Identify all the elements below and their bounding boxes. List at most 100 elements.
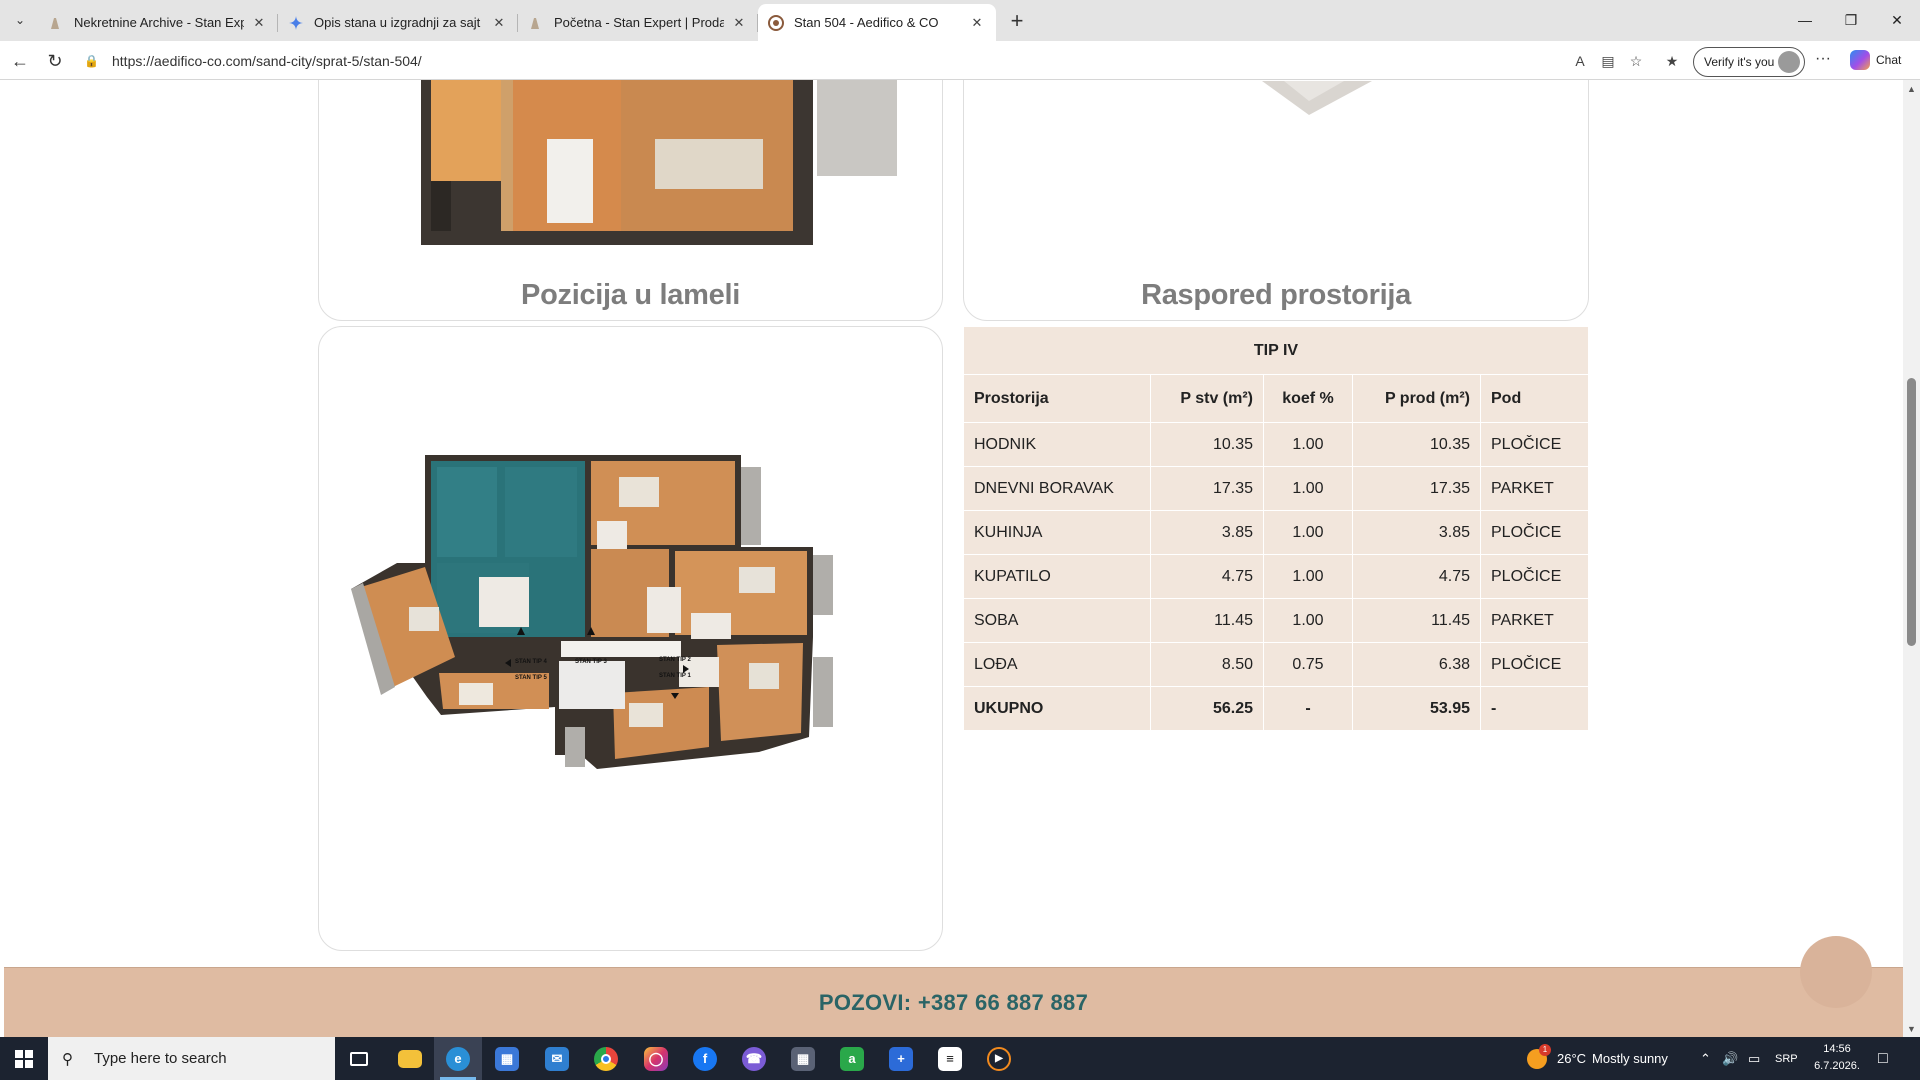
network-icon[interactable]: ▭ <box>1748 1037 1760 1080</box>
weather-temperature: 26°C <box>1557 1051 1587 1066</box>
building-position-card: STAN TIP 4 STAN TIP 3 STAN TIP 2 STAN TI… <box>318 326 943 951</box>
plan-label-stan-tip-2: STAN TIP 2 <box>659 657 691 663</box>
scroll-down-arrow-icon[interactable]: ▼ <box>1903 1020 1920 1037</box>
restore-icon[interactable]: ❐ <box>1828 6 1874 34</box>
building-icon <box>48 15 64 31</box>
rooms-table: TIP IV Prostorija P stv (m²) koef % P pr… <box>963 326 1589 731</box>
chrome-button[interactable] <box>582 1037 630 1080</box>
show-hidden-icons-chevron-icon[interactable]: ⌃ <box>1700 1037 1711 1080</box>
verify-profile-button[interactable]: Verify it's you <box>1693 47 1805 77</box>
autenti-icon: a <box>840 1046 864 1071</box>
tab-stan-504-active[interactable]: Stan 504 - Aedifico & CO ✕ <box>758 4 996 41</box>
plan-label-stan-tip-3: STAN TIP 3 <box>575 659 607 665</box>
tab-close-icon[interactable]: ✕ <box>730 14 748 32</box>
room-area: 4.75 <box>1150 554 1264 599</box>
file-explorer-button[interactable] <box>386 1037 434 1080</box>
facebook-button[interactable]: f <box>681 1037 729 1080</box>
new-tab-plus-icon[interactable]: + <box>1003 8 1031 34</box>
scroll-up-arrow-icon[interactable]: ▲ <box>1903 80 1920 97</box>
building-floor-plan-image[interactable]: STAN TIP 4 STAN TIP 3 STAN TIP 2 STAN TI… <box>329 437 929 837</box>
search-placeholder: Type here to search <box>94 1050 227 1067</box>
back-arrow-icon[interactable]: ← <box>6 47 34 75</box>
room-floor-type: PARKET <box>1480 466 1589 511</box>
url-field[interactable]: 🔒 https://aedifico-co.com/sand-city/spra… <box>76 46 1682 76</box>
favorite-star-icon[interactable]: ☆ <box>1625 50 1647 72</box>
table-row: HODNIK 10.35 1.00 10.35 PLOČICE <box>963 422 1589 467</box>
chat-label: Chat <box>1876 53 1902 67</box>
taskbar-search-box[interactable]: ⚲ Type here to search <box>48 1037 335 1080</box>
instagram-button[interactable]: ◯ <box>632 1037 680 1080</box>
scrollbar-thumb[interactable] <box>1907 378 1916 646</box>
call-phone-bar[interactable]: POZOVI: +387 66 887 887 <box>4 967 1903 1037</box>
room-area: 8.50 <box>1150 642 1264 687</box>
facebook-icon: f <box>693 1046 717 1071</box>
gemini-icon <box>288 15 304 31</box>
tab-title: Početna - Stan Expert | Prodaja i iz <box>554 15 724 30</box>
favorites-list-icon[interactable]: ★ <box>1661 50 1683 72</box>
minimize-icon[interactable]: — <box>1782 6 1828 34</box>
capcut-button[interactable]: ≡ <box>926 1037 974 1080</box>
close-window-icon[interactable]: ✕ <box>1874 6 1920 34</box>
task-view-button[interactable] <box>335 1037 383 1080</box>
total-label: UKUPNO <box>963 686 1151 731</box>
edge-button[interactable]: e <box>434 1037 482 1080</box>
aedifico-icon <box>768 14 784 31</box>
calculator-button[interactable]: ▦ <box>779 1037 827 1080</box>
call-phone-text[interactable]: POZOVI: +387 66 887 887 <box>819 990 1088 1016</box>
tab-title: Stan 504 - Aedifico & CO <box>794 15 939 30</box>
page-scrollbar[interactable]: ▲ ▼ <box>1903 80 1920 1037</box>
table-type-row: TIP IV <box>963 326 1589 375</box>
room-coefficient: 1.00 <box>1263 510 1353 555</box>
plan-label-stan-tip-1: STAN TIP 1 <box>659 673 691 679</box>
microsoft-store-button[interactable]: ▦ <box>483 1037 531 1080</box>
tab-stan-expert-pocetna[interactable]: Početna - Stan Expert | Prodaja i iz ✕ <box>518 4 758 41</box>
floating-contact-button[interactable] <box>1800 936 1872 1008</box>
column-header-coefficient: koef % <box>1263 374 1353 423</box>
windows-taskbar: ⚲ Type here to search e ▦ ✉ ◯ f ☎ ▦ a + … <box>0 1037 1920 1080</box>
total-sale-area: 53.95 <box>1352 686 1481 731</box>
tab-stan-expert-archive[interactable]: Nekretnine Archive - Stan Expert | ✕ <box>38 4 278 41</box>
table-total-row: UKUPNO 56.25 - 53.95 - <box>963 686 1589 731</box>
url-text[interactable]: https://aedifico-co.com/sand-city/sprat-… <box>112 53 422 69</box>
viber-button[interactable]: ☎ <box>730 1037 778 1080</box>
translate-icon[interactable]: A <box>1569 50 1591 72</box>
language-indicator[interactable]: SRP <box>1775 1037 1798 1080</box>
room-area: 10.35 <box>1150 422 1264 467</box>
media-player-button[interactable]: ▶ <box>975 1037 1023 1080</box>
room-floor-type: PARKET <box>1480 598 1589 643</box>
site-info-lock-icon[interactable]: 🔒 <box>84 54 104 68</box>
more-options-icon[interactable]: ··· <box>1815 50 1831 68</box>
tab-close-icon[interactable]: ✕ <box>968 14 986 32</box>
column-header-room: Prostorija <box>963 374 1151 423</box>
mail-button[interactable]: ✉ <box>533 1037 581 1080</box>
weather-widget[interactable]: 1 26°C Mostly sunny <box>1527 1037 1668 1080</box>
plus-app-button[interactable]: + <box>877 1037 925 1080</box>
room-coefficient: 1.00 <box>1263 422 1353 467</box>
tab-list-chevron-icon[interactable]: ⌄ <box>6 8 34 32</box>
rooms-section-title: Raspored prostorija <box>1141 279 1411 311</box>
copilot-chat-button[interactable]: Chat <box>1850 50 1901 70</box>
instagram-icon: ◯ <box>644 1046 668 1071</box>
column-header-sale-area: P prod (m²) <box>1352 374 1481 423</box>
tab-gemini-opis-stana[interactable]: Opis stana u izgradnji za sajt - Goo ✕ <box>278 4 518 41</box>
start-button[interactable] <box>0 1037 48 1080</box>
room-name: DNEVNI BORAVAK <box>963 466 1151 511</box>
calculator-icon: ▦ <box>791 1046 815 1071</box>
plan-label-stan-tip-4: STAN TIP 4 <box>515 659 547 665</box>
clock[interactable]: 14:56 6.7.2026. <box>1806 1041 1868 1075</box>
volume-icon[interactable]: 🔊 <box>1722 1037 1738 1080</box>
weather-condition: Mostly sunny <box>1592 1051 1668 1066</box>
autenti-button[interactable]: a <box>828 1037 876 1080</box>
reader-mode-icon[interactable]: ▤ <box>1597 50 1619 72</box>
tab-close-icon[interactable]: ✕ <box>490 14 508 32</box>
weather-badge: 1 <box>1539 1043 1551 1056</box>
total-coefficient: - <box>1263 686 1353 731</box>
table-row: DNEVNI BORAVAK 17.35 1.00 17.35 PARKET <box>963 466 1589 511</box>
tab-close-icon[interactable]: ✕ <box>250 14 268 32</box>
edge-icon: e <box>446 1046 470 1071</box>
room-name: HODNIK <box>963 422 1151 467</box>
reload-icon[interactable]: ↻ <box>41 47 69 75</box>
apartment-type-label: TIP IV <box>963 326 1589 375</box>
room-floor-type: PLOČICE <box>1480 642 1589 687</box>
notifications-icon[interactable]: □ <box>1878 1037 1888 1080</box>
